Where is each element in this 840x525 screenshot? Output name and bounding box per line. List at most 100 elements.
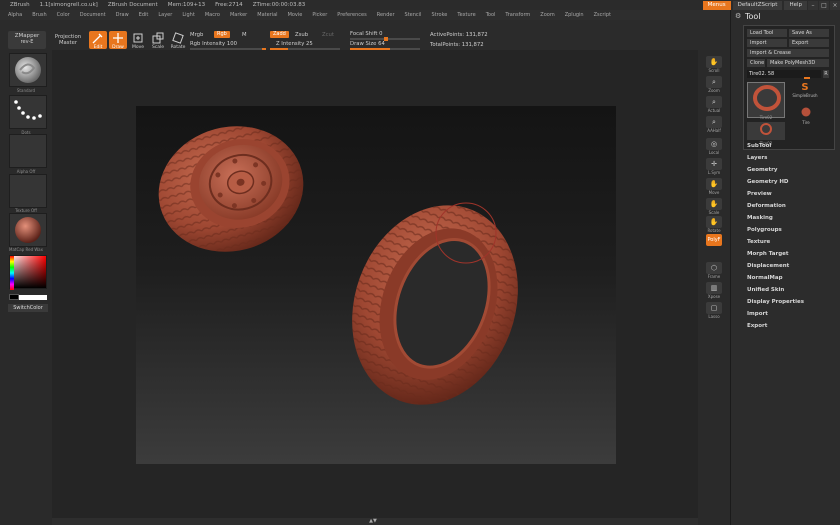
zadd-toggle[interactable]: Zadd	[270, 31, 289, 38]
tire-ring[interactable]	[325, 182, 545, 428]
menu-material[interactable]: Material	[257, 12, 277, 18]
xpose-button[interactable]: ▥ Xpose	[704, 282, 724, 299]
frame-button[interactable]: ⬡ Frame	[704, 262, 724, 279]
color-picker[interactable]	[9, 255, 47, 290]
lsym-button[interactable]: ✛ L.Sym	[704, 158, 724, 175]
rgb-toggle[interactable]: Rgb	[214, 31, 230, 38]
menu-render[interactable]: Render	[377, 12, 395, 18]
export-button[interactable]: Export	[789, 39, 829, 47]
tool-thumbnail-tire02[interactable]: Tire02	[747, 82, 785, 120]
draw-button[interactable]: Draw	[109, 31, 127, 50]
close-icon[interactable]: ×	[830, 0, 840, 10]
clone-button[interactable]: Clone	[747, 59, 765, 67]
move-view-button[interactable]: ✋ Move	[704, 178, 724, 195]
menu-layer[interactable]: Layer	[158, 12, 172, 18]
menu-stencil[interactable]: Stencil	[405, 12, 422, 18]
simplebrush-tool[interactable]: S SimpleBrush	[790, 82, 820, 102]
section-import[interactable]: Import	[747, 311, 768, 317]
save-as-button[interactable]: Save As	[789, 29, 829, 37]
focal-shift-slider[interactable]: Focal Shift 0	[350, 31, 383, 37]
switch-color-button[interactable]: SwitchColor	[8, 304, 48, 312]
menu-picker[interactable]: Picker	[312, 12, 327, 18]
primary-color-swatch[interactable]	[19, 295, 47, 300]
help-button[interactable]: Help	[784, 0, 807, 10]
menu-macro[interactable]: Macro	[205, 12, 220, 18]
default-zscript-button[interactable]: DefaultZScript	[732, 0, 783, 10]
zoom-button[interactable]: ⌕ Zoom	[704, 76, 724, 93]
tire-models[interactable]	[136, 106, 616, 464]
section-unified-skin[interactable]: Unified Skin	[747, 287, 784, 293]
menu-alpha[interactable]: Alpha	[8, 12, 22, 18]
scale-button[interactable]: Scale	[149, 31, 167, 50]
zsub-toggle[interactable]: Zsub	[295, 32, 308, 38]
load-tool-button[interactable]: Load Tool	[747, 29, 787, 37]
menu-edit[interactable]: Edit	[139, 12, 149, 18]
zmapper-button[interactable]: ZMapper rev-E	[8, 31, 46, 49]
hue-strip[interactable]	[10, 256, 14, 290]
menu-color[interactable]: Color	[57, 12, 70, 18]
move-button[interactable]: Move	[129, 31, 147, 50]
section-export[interactable]: Export	[747, 323, 767, 329]
rotate-button[interactable]: Rotate	[169, 31, 187, 50]
alpha-selector[interactable]	[9, 134, 47, 168]
section-geometry-hd[interactable]: Geometry HD	[747, 179, 789, 185]
rotate-view-button[interactable]: ✋ Rotate	[704, 216, 724, 233]
actual-button[interactable]: ⌕ Actual	[704, 96, 724, 113]
scale-view-button[interactable]: ✋ Scale	[704, 198, 724, 215]
section-layers[interactable]: Layers	[747, 155, 767, 161]
scroll-button[interactable]: ✋ Scroll	[704, 56, 724, 73]
menu-preferences[interactable]: Preferences	[337, 12, 366, 18]
menu-draw[interactable]: Draw	[116, 12, 129, 18]
draw-size-slider[interactable]: Draw Size 64	[350, 41, 385, 47]
section-polygroups[interactable]: Polygroups	[747, 227, 782, 233]
section-geometry[interactable]: Geometry	[747, 167, 777, 173]
projection-master-button[interactable]: Projection Master	[50, 34, 86, 50]
section-masking[interactable]: Masking	[747, 215, 773, 221]
restore-icon[interactable]: □	[819, 0, 829, 10]
edit-button[interactable]: Edit	[89, 31, 107, 50]
tool-r-button[interactable]: R	[823, 70, 829, 78]
section-deformation[interactable]: Deformation	[747, 203, 786, 209]
menu-zscript[interactable]: Zscript	[594, 12, 611, 18]
mrgb-toggle[interactable]: Mrgb	[190, 32, 203, 38]
menu-transform[interactable]: Transform	[505, 12, 530, 18]
menu-stroke[interactable]: Stroke	[431, 12, 447, 18]
texture-selector[interactable]	[9, 174, 47, 208]
section-displacement[interactable]: Displacement	[747, 263, 789, 269]
bottom-expand-icon[interactable]: ▲▼	[366, 519, 380, 524]
import-button[interactable]: Import	[747, 39, 787, 47]
menu-texture[interactable]: Texture	[457, 12, 475, 18]
section-morph-target[interactable]: Morph Target	[747, 251, 789, 257]
menu-document[interactable]: Document	[80, 12, 106, 18]
tire-with-hub[interactable]	[144, 110, 317, 268]
tire-tool[interactable]: Tire	[796, 106, 816, 126]
lasso-button[interactable]: ▢ Lasso	[704, 302, 724, 319]
secondary-color-swatch[interactable]	[9, 294, 19, 300]
z-intensity-slider[interactable]: Z Intensity 25	[276, 41, 313, 47]
tool-thumbnail-small[interactable]	[747, 122, 785, 140]
minimize-icon[interactable]: –	[808, 0, 818, 10]
menu-zoom[interactable]: Zoom	[540, 12, 554, 18]
brush-selector[interactable]	[9, 53, 47, 87]
rgb-intensity-slider[interactable]: Rgb Intensity 100	[190, 41, 237, 47]
m-toggle[interactable]: M	[242, 32, 247, 38]
section-normalmap[interactable]: NormalMap	[747, 275, 783, 281]
zcut-toggle[interactable]: Zcut	[322, 32, 334, 38]
menu-movie[interactable]: Movie	[288, 12, 303, 18]
current-tool-slider-thumb[interactable]	[804, 77, 810, 79]
make-polymesh-button[interactable]: Make PolyMesh3D	[767, 59, 829, 67]
section-subtool[interactable]: SubTool	[747, 143, 771, 149]
document-canvas[interactable]	[136, 106, 616, 464]
import-crease-button[interactable]: Import & Crease	[747, 49, 829, 57]
section-texture[interactable]: Texture	[747, 239, 770, 245]
menu-marker[interactable]: Marker	[230, 12, 247, 18]
stroke-selector[interactable]	[9, 95, 47, 129]
section-preview[interactable]: Preview	[747, 191, 772, 197]
menus-button[interactable]: Menus	[702, 0, 731, 10]
aahalf-button[interactable]: ⌕ AAHalf	[704, 116, 724, 133]
menu-light[interactable]: Light	[182, 12, 194, 18]
menu-tool[interactable]: Tool	[486, 12, 496, 18]
menu-zplugin[interactable]: Zplugin	[565, 12, 584, 18]
local-button[interactable]: ◎ Local	[704, 138, 724, 155]
menu-brush[interactable]: Brush	[32, 12, 46, 18]
